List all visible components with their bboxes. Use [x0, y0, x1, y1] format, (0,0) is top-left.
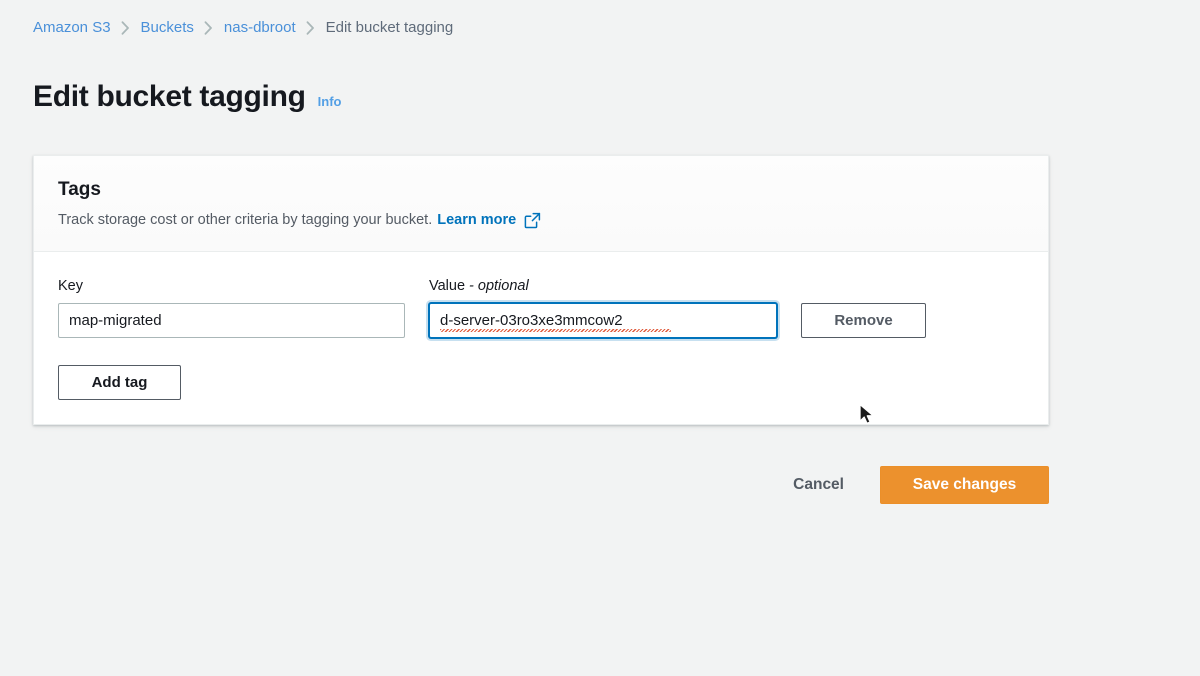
- breadcrumb: Amazon S3 Buckets nas-dbroot Edit bucket…: [33, 17, 453, 39]
- card-header: Tags Track storage cost or other criteri…: [34, 156, 1048, 252]
- info-link[interactable]: Info: [318, 94, 342, 109]
- external-link-icon[interactable]: [524, 212, 541, 229]
- chevron-right-icon: [111, 21, 141, 35]
- page-title: Edit bucket tagging: [33, 78, 306, 116]
- add-tag-button[interactable]: Add tag: [58, 365, 181, 400]
- footer-actions: Cancel Save changes: [33, 466, 1049, 504]
- key-label: Key: [58, 276, 405, 296]
- cancel-button[interactable]: Cancel: [779, 466, 858, 504]
- breadcrumb-item-nas-dbroot[interactable]: nas-dbroot: [224, 17, 296, 39]
- save-changes-button[interactable]: Save changes: [880, 466, 1049, 504]
- breadcrumb-item-amazon-s3[interactable]: Amazon S3: [33, 17, 111, 39]
- chevron-right-icon: [194, 21, 224, 35]
- key-input[interactable]: [58, 303, 405, 338]
- breadcrumb-item-buckets[interactable]: Buckets: [141, 17, 194, 39]
- key-field-group: Key: [58, 276, 405, 338]
- breadcrumb-item-current: Edit bucket tagging: [326, 17, 454, 39]
- tag-row: Key Value - optional Remove: [58, 276, 1024, 338]
- value-input[interactable]: [429, 303, 777, 338]
- value-input-wrap: [429, 303, 777, 338]
- card-title: Tags: [58, 178, 1024, 202]
- card-body: Key Value - optional Remove Add tag: [34, 252, 1048, 424]
- key-input-wrap: [58, 303, 405, 338]
- learn-more-link[interactable]: Learn more: [437, 210, 516, 231]
- card-description: Track storage cost or other criteria by …: [58, 210, 1024, 231]
- tags-card: Tags Track storage cost or other criteri…: [33, 155, 1049, 425]
- remove-tag-button[interactable]: Remove: [801, 303, 926, 338]
- page-header: Edit bucket tagging Info: [33, 78, 341, 116]
- chevron-right-icon: [296, 21, 326, 35]
- value-label: Value - optional: [429, 276, 777, 296]
- card-description-text: Track storage cost or other criteria by …: [58, 210, 432, 231]
- value-label-optional: - optional: [469, 278, 529, 294]
- value-label-text: Value: [429, 278, 465, 294]
- value-field-group: Value - optional: [429, 276, 777, 338]
